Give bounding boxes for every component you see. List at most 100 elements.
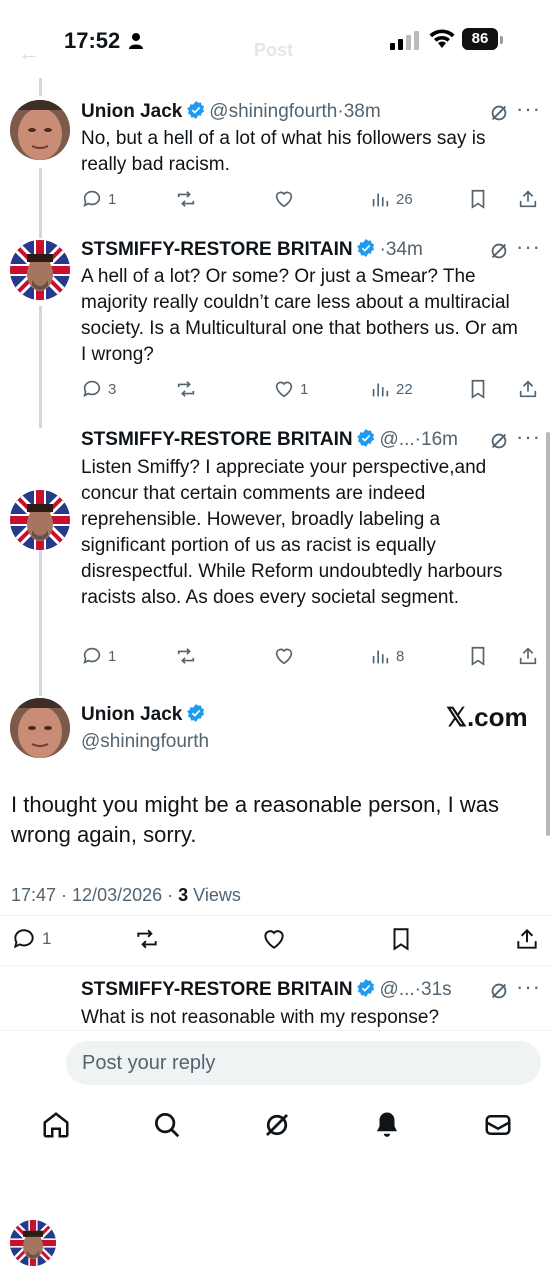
author-handle[interactable]: @... — [380, 979, 415, 1000]
bookmark-button[interactable] — [467, 378, 489, 400]
scrollbar[interactable] — [546, 432, 550, 836]
main-post-text: I thought you might be a reasonable pers… — [11, 792, 499, 847]
views-count: 8 — [396, 647, 405, 665]
repost-icon — [177, 648, 195, 664]
author-name[interactable]: STSMIFFY-RESTORE BRITAIN — [81, 239, 353, 260]
author-handle[interactable]: @shiningfourth — [209, 101, 337, 122]
avatar[interactable] — [10, 240, 70, 300]
grok-icon[interactable] — [488, 102, 510, 124]
post-time: 34m — [385, 239, 423, 260]
mail-icon[interactable] — [483, 1110, 513, 1140]
tweet-text: Listen Smiffy? I appreciate your perspec… — [81, 457, 503, 608]
repost-button[interactable] — [175, 188, 197, 210]
author-handle[interactable]: @... — [380, 429, 415, 450]
reply-button[interactable]: 1 — [81, 645, 116, 667]
bookmark-button[interactable] — [467, 188, 489, 210]
avatar[interactable] — [10, 698, 70, 758]
grok-icon[interactable] — [262, 1110, 292, 1140]
more-options-icon[interactable]: ··· — [516, 974, 541, 1000]
composer-avatar — [10, 1220, 56, 1266]
views-button[interactable]: 22 — [369, 378, 413, 400]
reply-button[interactable]: 1 — [11, 928, 51, 950]
post-time: 16m — [421, 429, 458, 450]
like-button[interactable] — [261, 928, 287, 950]
like-button[interactable] — [273, 188, 300, 210]
share-button[interactable] — [517, 188, 539, 210]
search-icon[interactable] — [152, 1110, 182, 1140]
x-watermark: 𝕏.com — [446, 702, 528, 732]
header-title-faint: Post — [254, 40, 294, 60]
repost-button[interactable] — [134, 928, 160, 950]
tweet-actions: 1 8 — [81, 645, 541, 667]
reply-button[interactable]: 1 — [81, 188, 116, 210]
share-button[interactable] — [514, 928, 540, 950]
like-icon — [275, 648, 293, 665]
avatar-union-flag-image — [10, 1220, 56, 1266]
share-icon — [519, 647, 537, 665]
share-icon — [517, 928, 537, 949]
tweet-header: STSMIFFY-RESTORE BRITAIN @...·16m — [81, 429, 501, 451]
repost-icon — [177, 381, 195, 397]
tweet-header: STSMIFFY-RESTORE BRITAIN ·34m — [81, 239, 501, 261]
grok-icon[interactable] — [488, 430, 510, 452]
status-time: 17:52 — [64, 28, 121, 53]
repost-button[interactable] — [175, 645, 197, 667]
more-options-icon[interactable]: ··· — [516, 234, 541, 260]
avatar[interactable] — [10, 100, 70, 160]
views-icon — [372, 383, 389, 397]
like-icon — [264, 930, 284, 949]
tweet-actions: 1 26 — [81, 188, 541, 210]
author-name[interactable]: Union Jack — [81, 101, 182, 122]
wifi-icon — [429, 29, 455, 48]
share-icon — [519, 380, 537, 398]
reply-icon — [83, 647, 101, 664]
more-options-icon[interactable]: ··· — [516, 96, 541, 122]
grok-icon[interactable] — [488, 240, 510, 262]
views-button[interactable]: 26 — [369, 188, 413, 210]
grok-icon[interactable] — [488, 980, 510, 1002]
views-button[interactable]: 8 — [369, 645, 404, 667]
divider — [0, 915, 553, 916]
bookmark-button[interactable] — [388, 928, 414, 951]
repost-button[interactable] — [175, 378, 197, 400]
more-options-icon[interactable]: ··· — [516, 424, 541, 450]
avatar[interactable] — [10, 490, 70, 550]
like-button[interactable] — [273, 645, 300, 667]
tweet-text: What is not reasonable with my response? — [81, 1007, 440, 1028]
views-label: Views — [188, 885, 241, 905]
bell-icon[interactable] — [372, 1110, 402, 1140]
author-name[interactable]: STSMIFFY-RESTORE BRITAIN — [81, 979, 353, 1000]
reply-icon — [83, 380, 101, 397]
tweet-text: A hell of a lot? Or some? Or just a Smea… — [81, 266, 518, 365]
avatar-face-image — [10, 100, 70, 160]
back-button-faint[interactable]: ← — [18, 40, 40, 66]
author-handle[interactable]: @shiningfourth — [81, 731, 209, 753]
repost-icon — [137, 929, 157, 949]
person-icon — [129, 33, 143, 49]
tweet-text: No, but a hell of a lot of what his foll… — [81, 128, 486, 175]
home-icon[interactable] — [41, 1110, 71, 1140]
post-meta: 17:47 · 12/03/2026 · 3 Views — [11, 885, 241, 906]
bookmark-icon — [471, 646, 485, 666]
share-button[interactable] — [517, 378, 539, 400]
share-button[interactable] — [517, 645, 539, 667]
thread-line — [39, 78, 42, 96]
author-name[interactable]: STSMIFFY-RESTORE BRITAIN — [81, 429, 353, 450]
tweet-actions: 3 1 22 — [81, 378, 541, 400]
verified-badge-icon — [357, 239, 375, 257]
verified-badge-icon — [186, 704, 204, 722]
battery-indicator: 86 — [462, 28, 498, 50]
like-icon — [275, 191, 293, 208]
avatar-union-flag-image — [10, 240, 70, 300]
divider — [0, 965, 553, 966]
reply-button[interactable]: 3 — [81, 378, 116, 400]
status-bar: ← Post 17:52 86 — [0, 0, 553, 80]
author-name[interactable]: Union Jack — [81, 704, 182, 725]
main-post-actions: 1 — [11, 928, 541, 952]
like-count: 1 — [300, 380, 309, 398]
main-post-author[interactable]: Union Jack — [81, 704, 205, 726]
like-button[interactable]: 1 — [273, 378, 308, 400]
views-count: 22 — [396, 380, 413, 398]
bookmark-button[interactable] — [467, 645, 489, 667]
post-time: 31s — [421, 979, 452, 1000]
